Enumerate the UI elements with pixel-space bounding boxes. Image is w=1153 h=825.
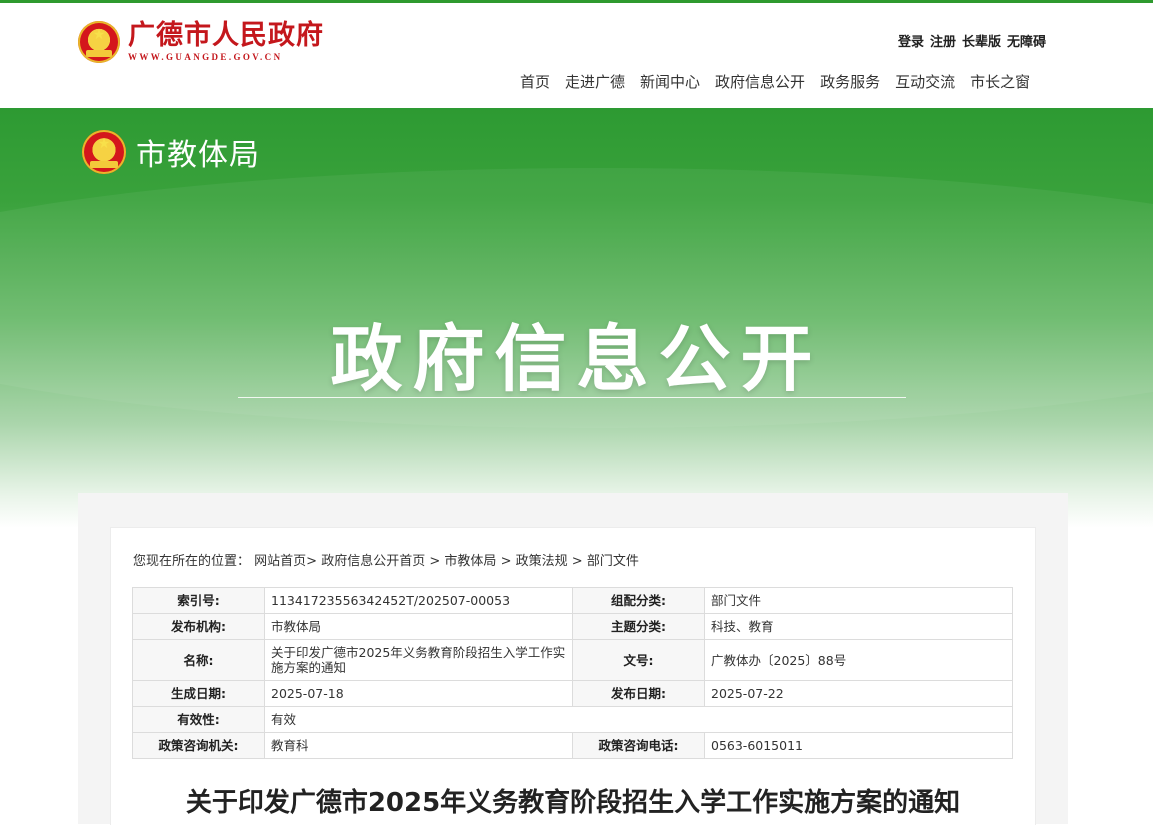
nav-info-disclosure[interactable]: 政府信息公开 — [715, 71, 805, 92]
logo-text: 广德市人民政府 WWW.GUANGDE.GOV.CN — [128, 21, 324, 63]
register-link[interactable]: 注册 — [930, 31, 956, 50]
main-nav: 首页 走进广德 新闻中心 政府信息公开 政务服务 互动交流 市长之窗 — [520, 71, 1045, 92]
breadcrumb-separator: > — [500, 554, 512, 569]
site-title: 广德市人民政府 — [128, 20, 324, 51]
banner-title: 政府信息公开 — [330, 317, 823, 401]
name-label: 名称: — [132, 639, 265, 681]
index-value: 11341723556342452T/202507-00053 — [264, 587, 573, 614]
national-emblem-icon: ★ — [78, 21, 120, 63]
category-label: 组配分类: — [572, 587, 705, 614]
banner-divider — [238, 397, 906, 398]
docno-label: 文号: — [572, 639, 705, 681]
document-title: 关于印发广德市2025年义务教育阶段招生入学工作实施方案的通知 — [185, 788, 961, 818]
breadcrumb-policy[interactable]: 政策法规 — [516, 554, 568, 569]
nav-about[interactable]: 走进广德 — [565, 71, 625, 92]
consult-tel-value: 0563-6015011 — [704, 732, 1013, 759]
table-row: 政策咨询机关: 教育科 政策咨询电话: 0563-6015011 — [132, 732, 1013, 759]
site-header: ★ 广德市人民政府 WWW.GUANGDE.GOV.CN 登录 注册 长辈版 无… — [0, 3, 1153, 108]
site-logo[interactable]: ★ 广德市人民政府 WWW.GUANGDE.GOV.CN — [78, 21, 324, 63]
table-row: 有效性: 有效 — [132, 706, 1013, 733]
nav-mayor[interactable]: 市长之窗 — [970, 71, 1030, 92]
publisher-label: 发布机构: — [132, 613, 265, 640]
consult-org-label: 政策咨询机关: — [132, 732, 265, 759]
dept-header[interactable]: ★ 市教体局 — [82, 130, 260, 174]
breadcrumb-dept[interactable]: 市教体局 — [444, 554, 496, 569]
index-label: 索引号: — [132, 587, 265, 614]
consult-tel-label: 政策咨询电话: — [572, 732, 705, 759]
breadcrumb-info-home[interactable]: 政府信息公开首页 — [321, 554, 425, 569]
elderly-version-link[interactable]: 长辈版 — [962, 31, 1001, 50]
nav-home[interactable]: 首页 — [520, 71, 550, 92]
table-row: 发布机构: 市教体局 主题分类: 科技、教育 — [132, 613, 1013, 640]
dept-name: 市教体局 — [136, 138, 260, 173]
site-url: WWW.GUANGDE.GOV.CN — [128, 52, 283, 62]
accessibility-link[interactable]: 无障碍 — [1007, 31, 1046, 50]
login-link[interactable]: 登录 — [898, 31, 924, 50]
created-label: 生成日期: — [132, 680, 265, 707]
published-label: 发布日期: — [572, 680, 705, 707]
topic-label: 主题分类: — [572, 613, 705, 640]
name-value: 关于印发广德市2025年义务教育阶段招生入学工作实施方案的通知 — [264, 639, 573, 681]
table-row: 名称: 关于印发广德市2025年义务教育阶段招生入学工作实施方案的通知 文号: … — [132, 639, 1013, 681]
breadcrumb-dept-docs[interactable]: 部门文件 — [587, 554, 639, 569]
topic-value: 科技、教育 — [704, 613, 1013, 640]
validity-value: 有效 — [264, 706, 1013, 733]
national-emblem-icon: ★ — [82, 130, 126, 174]
published-value: 2025-07-22 — [704, 680, 1013, 707]
consult-org-value: 教育科 — [264, 732, 573, 759]
created-value: 2025-07-18 — [264, 680, 573, 707]
breadcrumb-home[interactable]: 网站首页> — [254, 554, 317, 569]
publisher-value: 市教体局 — [264, 613, 573, 640]
docno-value: 广教体办〔2025〕88号 — [704, 639, 1013, 681]
breadcrumb: 您现在所在的位置： 网站首页> 政府信息公开首页 > 市教体局 > 政策法规 >… — [133, 550, 639, 569]
validity-label: 有效性: — [132, 706, 265, 733]
nav-interaction[interactable]: 互动交流 — [895, 71, 955, 92]
nav-news[interactable]: 新闻中心 — [640, 71, 700, 92]
table-row: 索引号: 11341723556342452T/202507-00053 组配分… — [132, 587, 1013, 614]
info-table: 索引号: 11341723556342452T/202507-00053 组配分… — [132, 587, 1013, 759]
breadcrumb-separator: > — [429, 554, 441, 569]
category-value: 部门文件 — [704, 587, 1013, 614]
breadcrumb-label: 您现在所在的位置： — [133, 554, 251, 569]
table-row: 生成日期: 2025-07-18 发布日期: 2025-07-22 — [132, 680, 1013, 707]
top-links: 登录 注册 长辈版 无障碍 — [898, 31, 1046, 50]
breadcrumb-separator: > — [571, 554, 583, 569]
nav-services[interactable]: 政务服务 — [820, 71, 880, 92]
